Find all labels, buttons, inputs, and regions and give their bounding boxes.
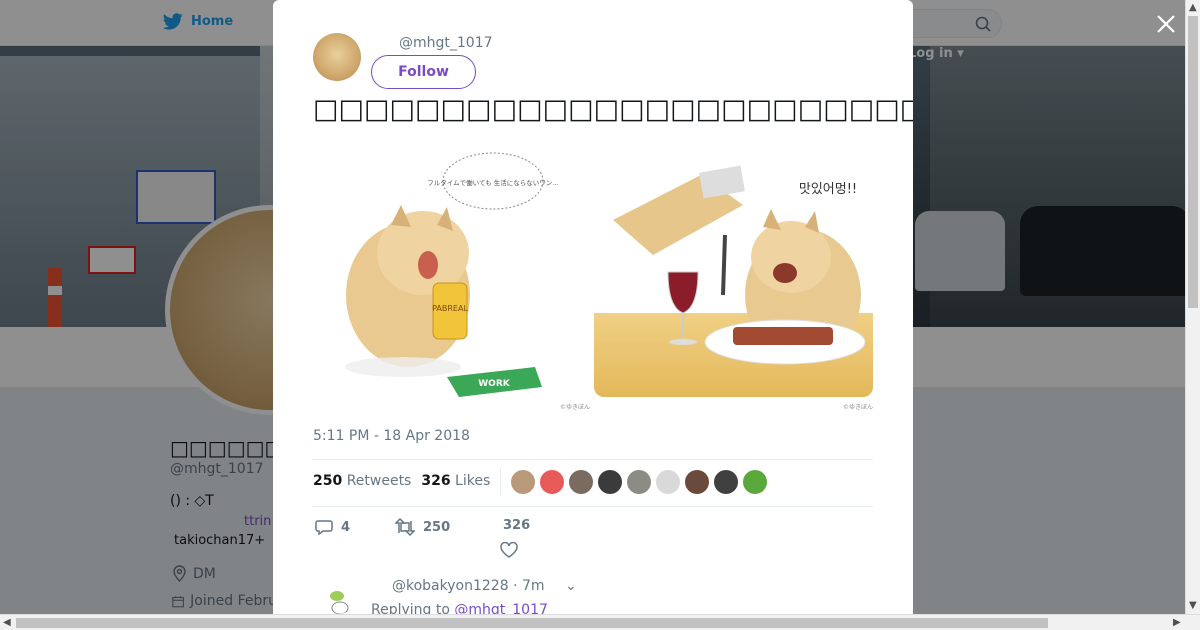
divider (313, 459, 873, 460)
scroll-up-arrow-icon[interactable]: ▲ (1189, 2, 1197, 13)
close-button[interactable] (1154, 12, 1178, 36)
chevron-down-icon[interactable]: ⌄ (565, 578, 577, 594)
left-signature: ©ゆきぼん (560, 404, 590, 411)
reply-button[interactable]: 4 (315, 518, 350, 536)
replying-to: Replying to @mhgt_1017 (371, 602, 548, 614)
liker-avatar[interactable] (598, 470, 622, 494)
likes-label: Likes (455, 473, 491, 489)
horizontal-scroll-thumb[interactable] (16, 618, 1048, 628)
likes-stat[interactable]: 326 Likes (421, 473, 490, 489)
scroll-left-arrow-icon[interactable]: ◀ (3, 617, 11, 628)
liker-avatar[interactable] (511, 470, 535, 494)
tweet-timestamp[interactable]: 5:11 PM - 18 Apr 2018 (313, 428, 470, 444)
can-label: PABREAL (432, 304, 468, 313)
follow-button[interactable]: Follow (371, 55, 476, 89)
tweet-author-handle[interactable]: @mhgt_1017 (399, 35, 493, 51)
liker-avatars (511, 470, 767, 494)
horizontal-scrollbar[interactable]: ◀ ▶ (0, 614, 1200, 630)
reply-icon (315, 520, 333, 536)
tweet-photo[interactable]: PABREAL WORK フルタイムで働いても 生活にならないワン… ©ゆきぼん (313, 135, 873, 416)
divider (313, 506, 873, 507)
liker-avatar[interactable] (569, 470, 593, 494)
likes-count: 326 (421, 473, 451, 489)
liker-avatar[interactable] (540, 470, 564, 494)
reply-author-avatar[interactable] (323, 582, 355, 614)
retweets-label: Retweets (346, 473, 412, 489)
replying-to-handle[interactable]: @mhgt_1017 (454, 602, 548, 614)
retweet-count: 250 (423, 519, 451, 535)
liker-avatar[interactable] (627, 470, 651, 494)
vertical-scrollbar[interactable]: ▲ ▼ (1185, 0, 1200, 614)
scroll-right-arrow-icon[interactable]: ▶ (1173, 617, 1181, 628)
thought-bubble-text: フルタイムで働いても 生活にならないワン… (427, 178, 558, 187)
stats-separator (500, 468, 501, 496)
tweet-photo-illustration: PABREAL WORK フルタイムで働いても 生活にならないワン… ©ゆきぼん (313, 135, 873, 416)
retweets-stat[interactable]: 250 Retweets (313, 473, 411, 489)
liker-avatar[interactable] (656, 470, 680, 494)
retweet-button[interactable]: 250 (395, 518, 450, 536)
liker-avatar[interactable] (743, 470, 767, 494)
speech-text: 맛있어멍!! (799, 182, 857, 197)
tweet-stats: 250 Retweets 326 Likes (313, 473, 490, 489)
liker-avatar[interactable] (685, 470, 709, 494)
reply-count: 4 (341, 519, 351, 535)
right-signature: ©ゆきぼん (843, 404, 873, 411)
retweets-count: 250 (313, 473, 343, 489)
retweet-icon (395, 518, 415, 536)
tweet-author-avatar[interactable] (313, 33, 361, 81)
close-icon (1157, 15, 1175, 33)
reply-author-line: @kobakyon1228 · 7m ⌄ (392, 578, 577, 594)
liker-avatar[interactable] (714, 470, 738, 494)
heart-icon (500, 542, 518, 558)
tweet-modal: @mhgt_1017 Follow □□□□□□□□□□□□□□□□□□□□□□… (273, 0, 913, 614)
book-label: WORK (478, 379, 511, 389)
like-count-label: 326 (503, 518, 531, 533)
replying-prefix: Replying to (371, 602, 450, 614)
reply-author-handle[interactable]: @kobakyon1228 (392, 578, 509, 594)
scroll-down-arrow-icon[interactable]: ▼ (1189, 600, 1197, 611)
tweet-text: □□□□□□□□□□□□□□□□□□□□□□□□□□□□□□□□□□□□□□□□… (313, 94, 913, 125)
like-button[interactable] (500, 542, 518, 558)
vertical-scroll-thumb[interactable] (1188, 16, 1198, 308)
reply-time[interactable]: · 7m (513, 578, 544, 594)
